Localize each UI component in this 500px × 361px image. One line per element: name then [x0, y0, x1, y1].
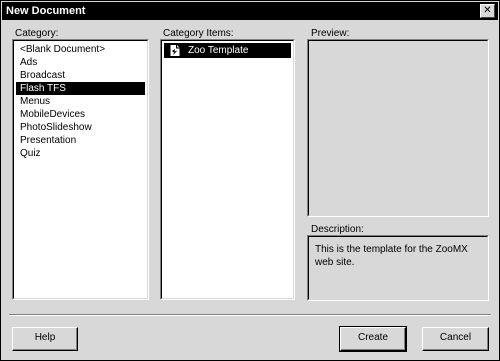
description-box: This is the template for the ZooMX web s… [307, 235, 489, 301]
category-label: Category: [15, 28, 59, 39]
create-button[interactable]: Create [339, 326, 407, 352]
new-document-dialog: New Document ✕ Category: <Blank Document… [0, 0, 500, 361]
category-item[interactable]: Menus [16, 95, 145, 108]
preview-label: Preview: [311, 28, 350, 39]
template-item-zoo[interactable]: Zoo Template [164, 43, 291, 58]
category-item[interactable]: Quiz [16, 147, 145, 160]
dialog-title: New Document [6, 5, 86, 17]
close-button[interactable]: ✕ [480, 4, 495, 18]
close-icon: ✕ [483, 5, 492, 16]
template-file-icon [169, 44, 181, 57]
category-item[interactable]: Broadcast [16, 69, 145, 82]
category-item-selected[interactable]: Flash TFS [16, 82, 145, 95]
preview-pane [307, 39, 489, 217]
category-item[interactable]: PhotoSlideshow [16, 121, 145, 134]
category-list[interactable]: <Blank Document> Ads Broadcast Flash TFS… [12, 39, 149, 300]
cancel-button[interactable]: Cancel [422, 327, 489, 351]
category-item[interactable]: Ads [16, 56, 145, 69]
category-item[interactable]: <Blank Document> [16, 43, 145, 56]
category-item[interactable]: Presentation [16, 134, 145, 147]
category-item[interactable]: MobileDevices [16, 108, 145, 121]
description-text: This is the template for the ZooMX web s… [315, 244, 468, 268]
category-items-list[interactable]: Zoo Template [160, 39, 295, 300]
title-bar: New Document ✕ [2, 2, 498, 20]
help-button[interactable]: Help [12, 327, 78, 351]
category-items-label: Category Items: [163, 28, 234, 39]
description-label: Description: [311, 224, 364, 235]
template-item-label: Zoo Template [188, 45, 249, 56]
footer-divider [9, 314, 491, 316]
